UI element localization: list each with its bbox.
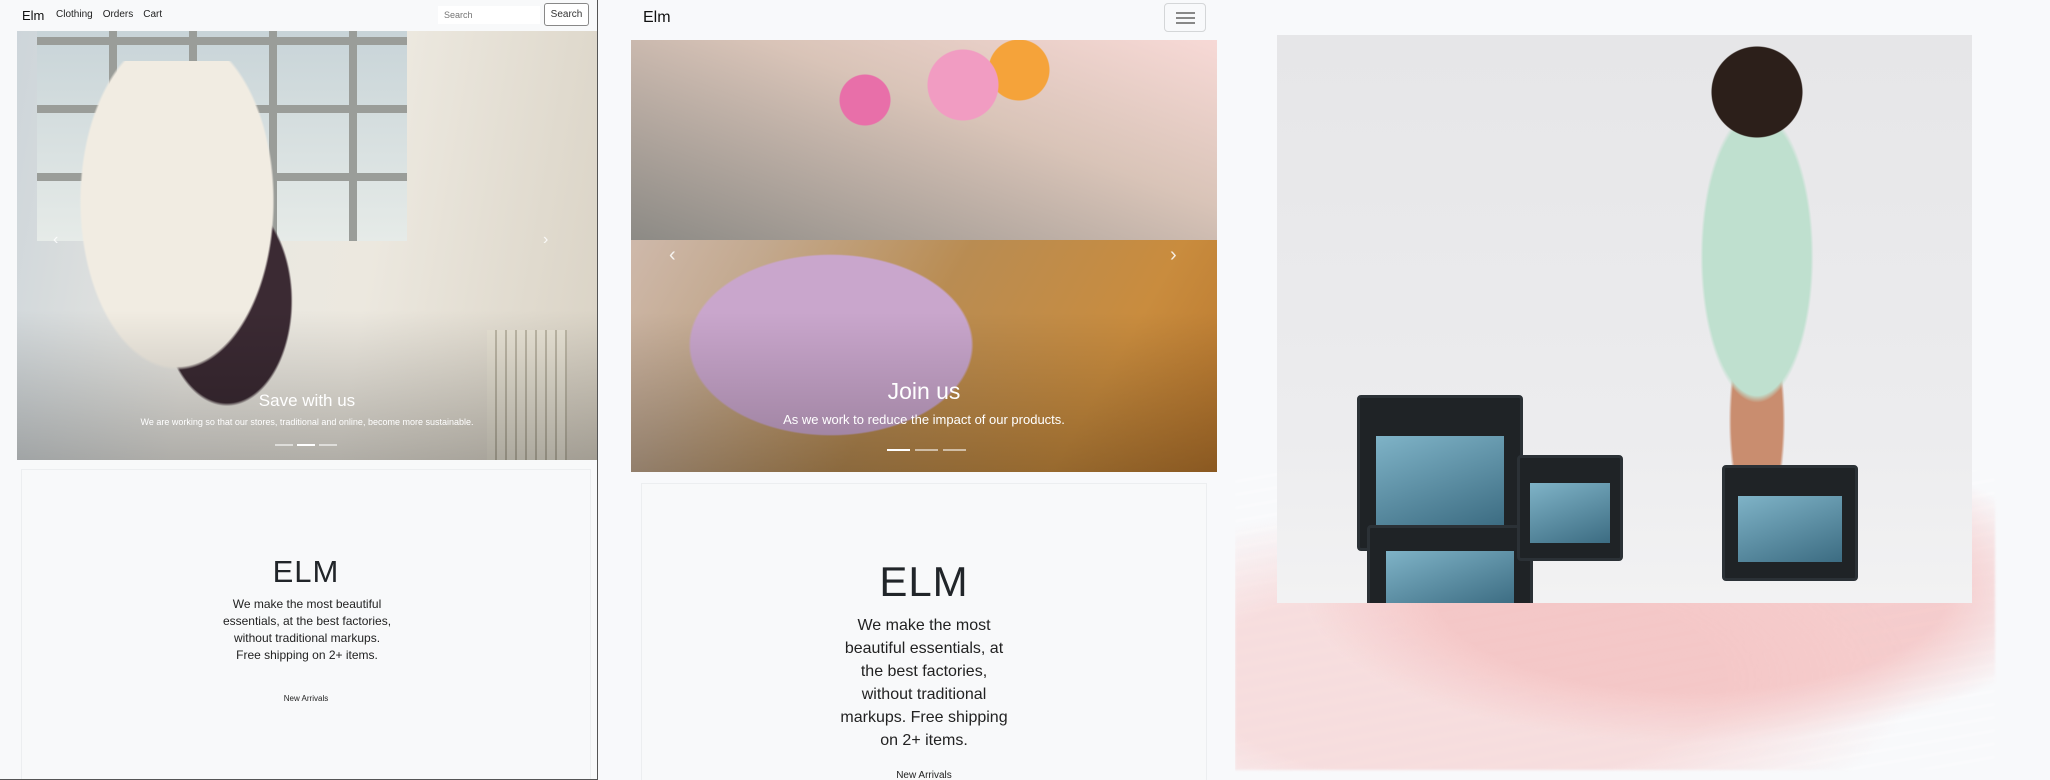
photo-model	[1657, 45, 1857, 515]
carousel-indicator[interactable]	[943, 449, 966, 451]
nav-link-clothing[interactable]: Clothing	[56, 9, 93, 20]
carousel-caption-title: Save with us	[258, 391, 356, 410]
hamburger-menu-icon[interactable]	[1164, 3, 1206, 32]
card-title: ELM	[272, 554, 340, 589]
carousel-indicator-active[interactable]	[887, 449, 910, 451]
hero-carousel: ‹ › Join us As we work to reduce the imp…	[631, 40, 1217, 472]
editorial-photo	[1277, 35, 1972, 603]
chevron-left-icon[interactable]: ‹	[53, 231, 58, 249]
carousel-indicator[interactable]	[319, 444, 337, 446]
navbar: Elm Clothing Orders Cart Search	[0, 0, 597, 30]
caption-shade	[17, 310, 597, 460]
new-arrivals-link[interactable]: New Arrivals	[642, 770, 1206, 780]
card-title: ELM	[879, 558, 969, 605]
carousel-caption-text: We are working so that our stores, tradi…	[140, 417, 474, 427]
chevron-right-icon[interactable]: ›	[543, 231, 548, 249]
nav-links: Clothing Orders Cart	[56, 9, 162, 20]
tv-monitor	[1367, 525, 1533, 603]
carousel-indicator-active[interactable]	[297, 444, 315, 446]
carousel-caption-text: As we work to reduce the impact of our p…	[783, 412, 1065, 427]
carousel-indicator[interactable]	[275, 444, 293, 446]
hero-carousel: ‹ › Save with us We are working so that …	[17, 31, 597, 460]
chevron-left-icon[interactable]: ‹	[669, 244, 676, 267]
chevron-right-icon[interactable]: ›	[1170, 244, 1177, 267]
intro-card: ELM We make the most beautiful essential…	[22, 470, 590, 779]
intro-card: ELM We make the most beautiful essential…	[642, 484, 1206, 780]
new-arrivals-link[interactable]: New Arrivals	[22, 694, 590, 703]
search-input[interactable]	[438, 6, 540, 24]
carousel-indicators	[275, 444, 337, 446]
carousel-flowers	[781, 40, 1061, 190]
brand-logo[interactable]: Elm	[643, 9, 671, 27]
editorial-image-panel	[1235, 0, 2050, 780]
carousel-indicators	[887, 449, 966, 451]
nav-link-cart[interactable]: Cart	[143, 9, 162, 20]
mobile-preview: Elm ‹ › Join us As we work to reduce the…	[620, 0, 1220, 780]
carousel-indicator[interactable]	[915, 449, 938, 451]
nav-link-orders[interactable]: Orders	[103, 9, 134, 20]
tv-monitor	[1722, 465, 1858, 581]
card-description: We make the most beautiful essentials, a…	[222, 597, 392, 662]
search-button[interactable]: Search	[544, 3, 589, 26]
tv-monitor	[1517, 455, 1623, 561]
carousel-caption-title: Join us	[887, 378, 961, 404]
navbar: Elm	[620, 0, 1220, 39]
brand-logo[interactable]: Elm	[22, 8, 44, 23]
card-description: We make the most beautiful essentials, a…	[840, 617, 1008, 749]
desktop-preview: Elm Clothing Orders Cart Search ‹ › Save…	[0, 0, 598, 780]
